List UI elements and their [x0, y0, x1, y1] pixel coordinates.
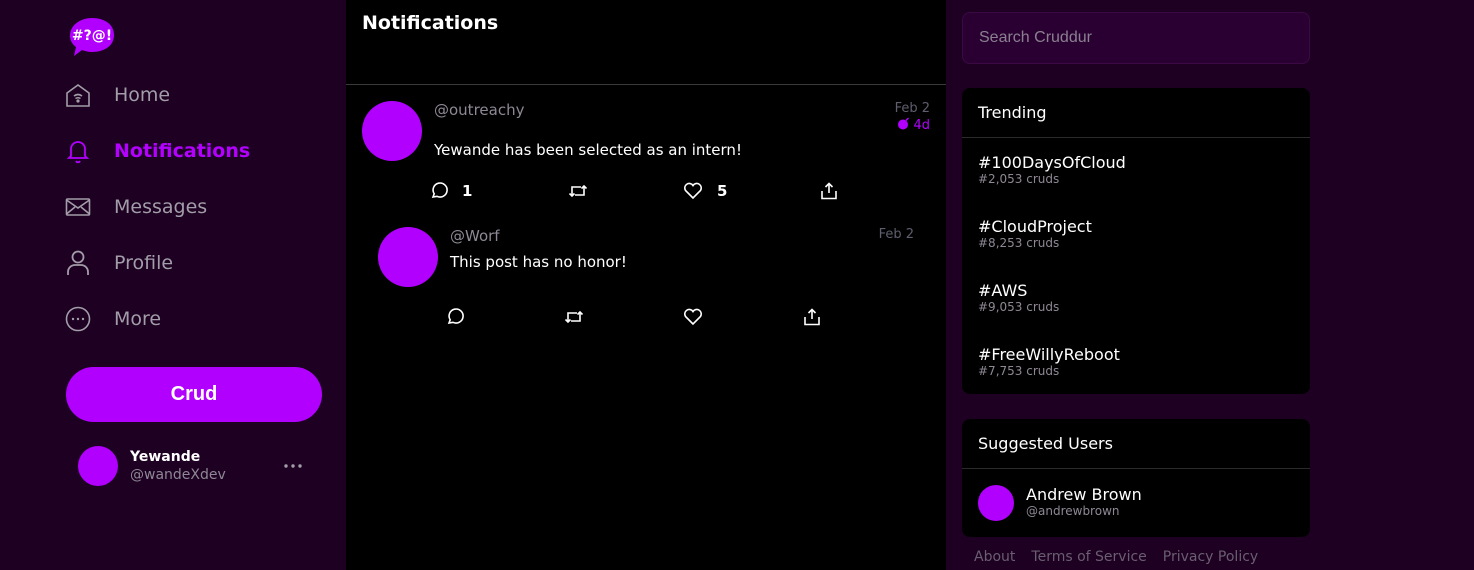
trending-count: #8,253 cruds	[978, 236, 1060, 250]
nav-item-label: Messages	[114, 196, 208, 218]
trending-item[interactable]: #100DaysOfCloud #2,053 cruds	[978, 153, 1126, 187]
suggested-user-handle: @andrewbrown	[1026, 504, 1120, 518]
footer-link-about[interactable]: About	[974, 549, 1015, 565]
trending-title: Trending	[962, 88, 1310, 138]
trending-tag: #CloudProject	[978, 217, 1092, 236]
avatar	[78, 446, 118, 486]
like-count: 5	[717, 182, 728, 200]
nav-item-label: Home	[114, 84, 171, 106]
trending-count: #2,053 cruds	[978, 172, 1060, 186]
repost-button[interactable]	[568, 182, 588, 200]
trending-tag: #FreeWillyReboot	[978, 345, 1120, 364]
nav-item-label: Profile	[114, 252, 174, 274]
footer-links: About Terms of Service Privacy Policy	[974, 549, 1258, 565]
expires-badge: 4d	[897, 117, 930, 134]
home-icon	[64, 81, 92, 109]
trending-box: Trending #100DaysOfCloud #2,053 cruds #C…	[962, 88, 1310, 394]
avatar[interactable]	[362, 101, 422, 161]
suggested-users-title: Suggested Users	[962, 419, 1310, 469]
activity-actions: 1 5	[430, 182, 870, 206]
page-title: Notifications	[362, 12, 499, 34]
reply-icon	[447, 308, 464, 325]
activity-handle[interactable]: @Worf	[450, 227, 500, 245]
expires-label: 4d	[913, 118, 930, 133]
search-input[interactable]	[962, 12, 1310, 64]
activity-actions	[446, 308, 846, 332]
share-button[interactable]	[803, 308, 821, 326]
share-icon	[804, 308, 820, 326]
nav-item-label: Notifications	[114, 140, 251, 162]
trending-count: #7,753 cruds	[978, 364, 1060, 378]
activity-message: Yewande has been selected as an intern!	[434, 141, 742, 159]
person-icon	[64, 249, 92, 277]
repost-icon	[564, 310, 584, 324]
sidebar: #?@! Home Notifications Messages Profile…	[0, 0, 346, 570]
activity-item-reply[interactable]: @Worf Feb 2 This post has no honor!	[378, 227, 914, 297]
crud-button[interactable]: Crud	[66, 367, 322, 422]
avatar[interactable]	[378, 227, 438, 287]
footer-link-privacy[interactable]: Privacy Policy	[1163, 549, 1258, 565]
share-icon	[821, 182, 837, 200]
suggested-user[interactable]: Andrew Brown @andrewbrown	[978, 485, 1278, 521]
nav-item-messages[interactable]: Messages	[64, 187, 207, 227]
cruddur-logo[interactable]: #?@!	[66, 16, 116, 56]
suggested-user-name: Andrew Brown	[1026, 485, 1142, 504]
envelope-icon	[64, 193, 92, 221]
avatar	[978, 485, 1014, 521]
more-circle-icon	[64, 305, 92, 333]
current-user[interactable]: Yewande @wandeXdev	[78, 446, 318, 486]
app: #?@! Home Notifications Messages Profile…	[0, 0, 1474, 570]
reply-button[interactable]: 1	[430, 182, 472, 200]
nav-item-profile[interactable]: Profile	[64, 243, 173, 283]
current-user-handle: @wandeXdev	[130, 467, 226, 483]
trending-count: #9,053 cruds	[978, 300, 1060, 314]
reply-count: 1	[462, 182, 473, 200]
suggested-users-box: Suggested Users Andrew Brown @andrewbrow…	[962, 419, 1310, 537]
nav-item-notifications[interactable]: Notifications	[64, 131, 250, 171]
like-button[interactable]: 5	[683, 182, 727, 200]
feed-header: Notifications	[346, 0, 946, 85]
repost-button[interactable]	[564, 308, 584, 326]
more-options-icon[interactable]	[278, 454, 308, 478]
current-user-name: Yewande	[130, 449, 201, 465]
nav-item-more[interactable]: More	[64, 299, 161, 339]
footer-link-terms[interactable]: Terms of Service	[1031, 549, 1146, 565]
like-button[interactable]	[683, 308, 703, 326]
trending-tag: #100DaysOfCloud	[978, 153, 1126, 172]
activity-date: Feb 2	[894, 101, 930, 116]
trending-tag: #AWS	[978, 281, 1028, 300]
bomb-icon	[897, 117, 910, 134]
activity-date: Feb 2	[878, 227, 914, 242]
activity-handle[interactable]: @outreachy	[434, 101, 524, 119]
trending-item[interactable]: #FreeWillyReboot #7,753 cruds	[978, 345, 1120, 379]
bell-icon	[64, 137, 92, 165]
reply-icon	[431, 182, 448, 199]
reply-button[interactable]	[446, 308, 464, 326]
trending-item[interactable]: #AWS #9,053 cruds	[978, 281, 1060, 315]
activity-message: This post has no honor!	[450, 253, 627, 271]
nav-item-label: More	[114, 308, 162, 330]
nav-item-home[interactable]: Home	[64, 75, 170, 115]
notifications-feed: Notifications @outreachy Feb 2 4d Yewand…	[346, 0, 946, 570]
logo-text: #?@!	[72, 28, 112, 44]
trending-item[interactable]: #CloudProject #8,253 cruds	[978, 217, 1092, 251]
repost-icon	[568, 184, 588, 198]
heart-icon	[683, 308, 703, 326]
share-button[interactable]	[820, 182, 838, 200]
heart-icon	[683, 182, 703, 200]
